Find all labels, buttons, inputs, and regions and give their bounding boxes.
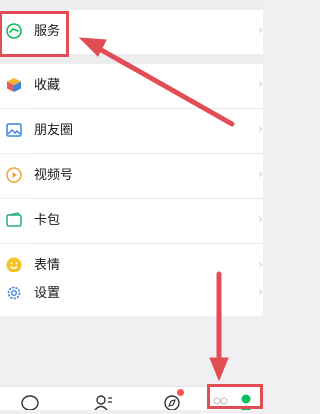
annotation-arrows [78,37,235,382]
arrow-to-me-tab-head [209,357,229,382]
arrow-to-service-line [93,44,235,127]
